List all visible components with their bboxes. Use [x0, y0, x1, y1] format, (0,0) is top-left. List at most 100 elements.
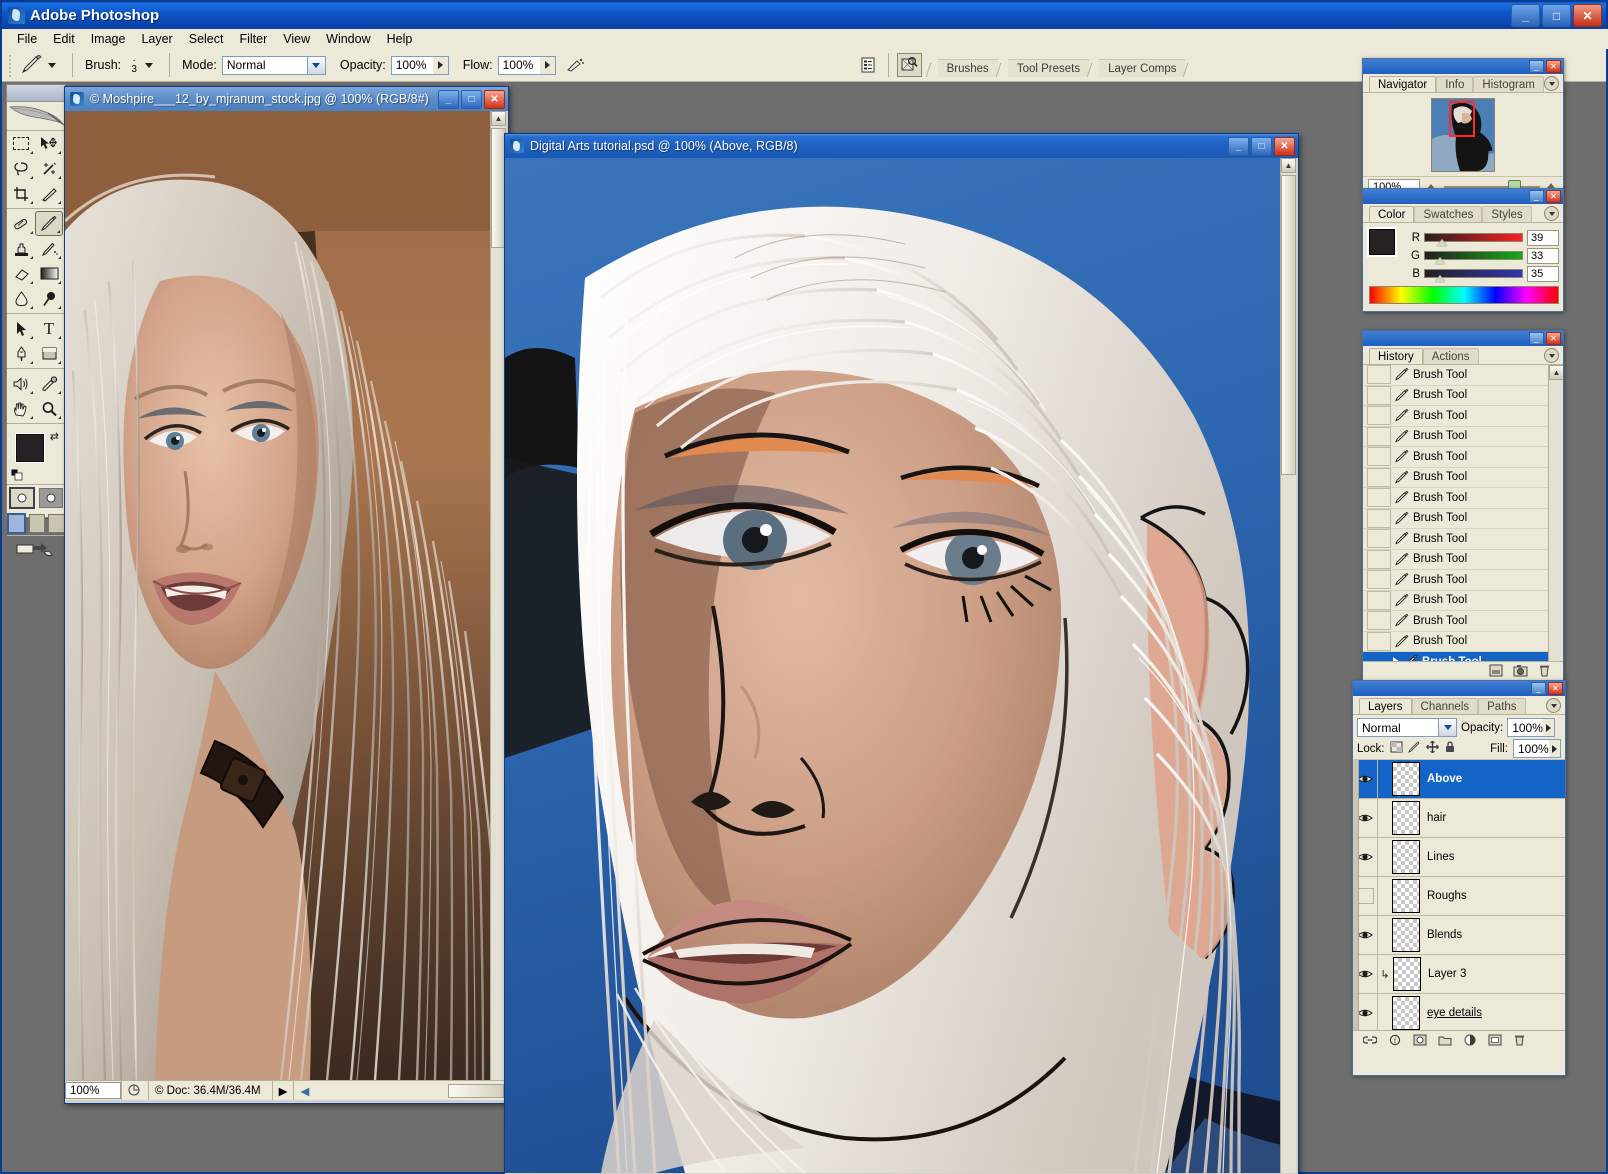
menu-file[interactable]: File: [9, 30, 45, 48]
history-state-source-toggle[interactable]: [1367, 611, 1391, 630]
airbrush-icon[interactable]: [564, 54, 587, 76]
color-palette-titlebar[interactable]: _ ✕: [1363, 189, 1563, 204]
channel-slider-r[interactable]: [1424, 230, 1523, 246]
channel-value-g[interactable]: 33: [1527, 248, 1559, 264]
dock-tab-layer-comps[interactable]: Layer Comps: [1099, 59, 1185, 77]
stock-minimize-button[interactable]: _: [438, 90, 459, 109]
history-state-row[interactable]: Brush Tool: [1363, 365, 1563, 386]
history-state-row[interactable]: Brush Tool: [1363, 447, 1563, 468]
dock-tab-brushes[interactable]: Brushes: [938, 59, 998, 77]
history-state-source-toggle[interactable]: [1367, 447, 1391, 466]
history-minimize-button[interactable]: _: [1529, 332, 1544, 345]
history-state-row[interactable]: Brush Tool: [1363, 468, 1563, 489]
tool-preset-picker-arrow[interactable]: [48, 63, 56, 68]
channel-slider-b[interactable]: [1424, 266, 1523, 282]
channel-value-b[interactable]: 35: [1527, 266, 1559, 282]
quick-mask-mode-button[interactable]: [39, 488, 63, 508]
lasso-tool[interactable]: [7, 156, 35, 181]
history-state-row[interactable]: Brush Tool: [1363, 652, 1563, 661]
color-foreground-swatch[interactable]: [1369, 229, 1395, 255]
swap-colors-icon[interactable]: ⇄: [50, 430, 59, 443]
delete-layer-icon[interactable]: [1513, 1034, 1526, 1049]
blur-tool[interactable]: [7, 286, 35, 311]
gradient-tool[interactable]: [35, 261, 63, 286]
history-state-source-toggle[interactable]: [1367, 570, 1391, 589]
standard-mask-mode-button[interactable]: [9, 487, 35, 509]
tutorial-minimize-button[interactable]: _: [1228, 137, 1249, 156]
history-state-row[interactable]: Brush Tool: [1363, 611, 1563, 632]
magic-wand-tool[interactable]: [35, 156, 63, 181]
tutorial-maximize-button[interactable]: □: [1251, 137, 1272, 156]
history-state-row[interactable]: Brush Tool: [1363, 591, 1563, 612]
chevron-down-icon[interactable]: [307, 57, 325, 74]
history-state-source-toggle[interactable]: [1367, 632, 1391, 651]
tab-history[interactable]: History: [1369, 348, 1423, 364]
history-state-source-toggle[interactable]: [1367, 509, 1391, 528]
layer-row[interactable]: hair: [1353, 799, 1565, 838]
menu-image[interactable]: Image: [83, 30, 134, 48]
history-state-row[interactable]: Brush Tool: [1363, 386, 1563, 407]
dock-tab-tool-presets[interactable]: Tool Presets: [1008, 59, 1089, 77]
history-close-button[interactable]: ✕: [1546, 332, 1561, 345]
history-state-source-toggle[interactable]: [1367, 406, 1391, 425]
stock-zoom-field[interactable]: 100%: [65, 1082, 121, 1099]
color-palette-menu-icon[interactable]: [1544, 206, 1559, 221]
tab-info[interactable]: Info: [1436, 76, 1473, 92]
history-palette-menu-icon[interactable]: [1544, 348, 1559, 363]
layers-palette-menu-icon[interactable]: [1546, 698, 1561, 713]
history-state-row[interactable]: Brush Tool: [1363, 632, 1563, 653]
history-state-row[interactable]: Brush Tool: [1363, 406, 1563, 427]
history-state-row[interactable]: Brush Tool: [1363, 427, 1563, 448]
blend-mode-select[interactable]: Normal: [222, 56, 326, 75]
crop-tool[interactable]: [7, 181, 35, 206]
stock-scroll-left-arrow[interactable]: ◀: [293, 1081, 315, 1100]
layer-thumbnail[interactable]: [1392, 801, 1420, 835]
menu-help[interactable]: Help: [379, 30, 421, 48]
layer-row[interactable]: ↳Layer 3: [1353, 955, 1565, 994]
lock-position-icon[interactable]: [1426, 741, 1439, 756]
minimize-button[interactable]: _: [1511, 4, 1540, 27]
tutorial-scroll-thumb-v[interactable]: [1281, 175, 1296, 475]
menu-select[interactable]: Select: [181, 30, 232, 48]
lock-transparent-pixels-icon[interactable]: [1390, 741, 1403, 756]
tutorial-close-button[interactable]: ✕: [1274, 137, 1295, 156]
layers-opacity-input[interactable]: 100%: [1507, 718, 1555, 737]
file-browser-icon[interactable]: [857, 54, 880, 76]
eyedropper-tool[interactable]: [35, 371, 63, 396]
close-button[interactable]: ✕: [1573, 4, 1602, 27]
history-state-source-toggle[interactable]: [1367, 591, 1391, 610]
full-screen-mode-button[interactable]: [48, 514, 65, 533]
opacity-input[interactable]: 100%: [391, 56, 449, 75]
type-tool[interactable]: T: [35, 316, 63, 341]
history-scroll-up-arrow[interactable]: ▲: [1549, 365, 1563, 380]
create-document-from-state-icon[interactable]: [1489, 664, 1503, 680]
tab-navigator[interactable]: Navigator: [1369, 76, 1436, 92]
layers-palette-titlebar[interactable]: _ ✕: [1353, 681, 1565, 696]
tab-histogram[interactable]: Histogram: [1473, 76, 1543, 92]
history-state-row[interactable]: Brush Tool: [1363, 509, 1563, 530]
tutorial-canvas[interactable]: ▲: [505, 158, 1296, 1173]
history-state-source-toggle[interactable]: [1367, 652, 1391, 661]
notes-tool[interactable]: [7, 371, 35, 396]
tab-styles[interactable]: Styles: [1482, 206, 1531, 222]
menu-edit[interactable]: Edit: [45, 30, 83, 48]
brush-tool[interactable]: [35, 211, 63, 236]
history-state-source-toggle[interactable]: [1367, 468, 1391, 487]
navigator-view-rect[interactable]: [1449, 101, 1475, 137]
tutorial-vertical-scrollbar[interactable]: ▲: [1280, 158, 1296, 1173]
lock-image-pixels-icon[interactable]: [1408, 741, 1421, 756]
options-bar-gripper[interactable]: [7, 53, 15, 77]
default-colors-icon[interactable]: [11, 469, 23, 481]
layer-thumbnail[interactable]: [1392, 840, 1420, 874]
stock-status-menu-arrow[interactable]: ▶: [272, 1081, 294, 1100]
tab-swatches[interactable]: Swatches: [1414, 206, 1482, 222]
path-selection-tool[interactable]: [7, 316, 35, 341]
slice-tool[interactable]: [35, 181, 63, 206]
layers-close-button[interactable]: ✕: [1548, 682, 1563, 695]
channel-slider-g[interactable]: [1424, 248, 1523, 264]
healing-brush-tool[interactable]: [7, 211, 35, 236]
flow-input[interactable]: 100%: [498, 56, 556, 75]
dodge-tool[interactable]: [35, 286, 63, 311]
foreground-color-swatch[interactable]: [16, 434, 44, 462]
history-state-source-toggle[interactable]: [1367, 427, 1391, 446]
